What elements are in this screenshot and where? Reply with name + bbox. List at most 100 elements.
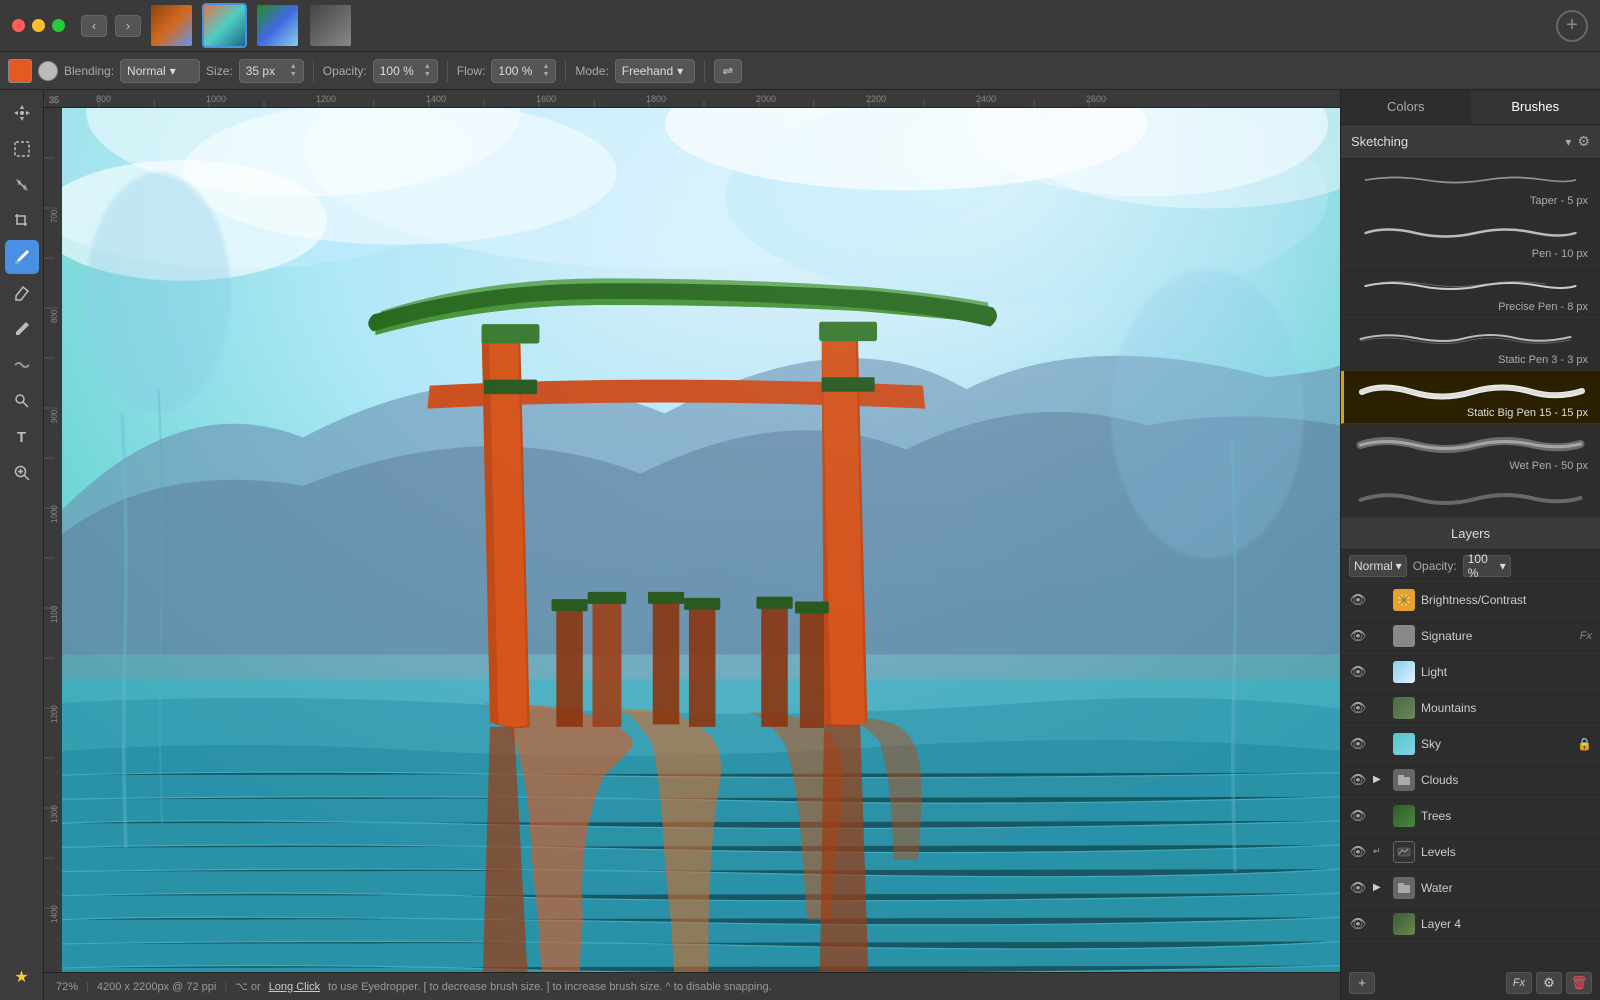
- symmetry-button[interactable]: ⇌: [714, 59, 742, 83]
- brush-stroke-preview-pen: [1353, 218, 1588, 248]
- layer-trees[interactable]: 👁 Trees: [1341, 798, 1600, 834]
- zoom-tool[interactable]: [5, 456, 39, 490]
- layers-opacity-input[interactable]: 100 % ▾: [1463, 555, 1511, 577]
- layer-clouds[interactable]: 👁 ▶ Clouds: [1341, 762, 1600, 798]
- layer-name-water: Water: [1421, 881, 1592, 895]
- move-tool[interactable]: [5, 96, 39, 130]
- layer-visibility-clouds[interactable]: 👁: [1349, 771, 1367, 789]
- clone-tool[interactable]: [5, 384, 39, 418]
- minimize-button[interactable]: [32, 19, 45, 32]
- layer-water[interactable]: 👁 ▶ Water: [1341, 870, 1600, 906]
- brush-name-static-big-pen: Static Big Pen 15 - 15 px: [1467, 407, 1588, 421]
- eraser-tool[interactable]: [5, 276, 39, 310]
- brush-item-unknown[interactable]: [1341, 477, 1600, 518]
- favorites-tool[interactable]: ★: [5, 960, 39, 994]
- brush-item-precise-pen[interactable]: Precise Pen - 8 px: [1341, 265, 1600, 318]
- brush-name-wet-pen: Wet Pen - 50 px: [1509, 460, 1588, 474]
- layer-arrow-clouds[interactable]: ▶: [1373, 774, 1387, 785]
- forward-button[interactable]: ›: [115, 15, 141, 37]
- size-input[interactable]: 35 px ▲▼: [239, 59, 304, 83]
- layer-icon-water: [1393, 877, 1415, 899]
- layer-visibility-sky[interactable]: 👁: [1349, 735, 1367, 753]
- brush-item-static-pen[interactable]: Static Pen 3 - 3 px: [1341, 318, 1600, 371]
- canvas-area: 35: [44, 90, 1340, 1000]
- mode-select[interactable]: Freehand ▾: [615, 59, 695, 83]
- layer-visibility-levels[interactable]: 👁: [1349, 843, 1367, 861]
- color-swatch[interactable]: [8, 59, 32, 83]
- document-thumbnail-4[interactable]: [308, 3, 353, 48]
- brush-stroke-preview-static-pen: [1353, 324, 1588, 354]
- svg-text:1200: 1200: [50, 705, 59, 723]
- layer-icon-brightness: [1393, 589, 1415, 611]
- fullscreen-button[interactable]: [52, 19, 65, 32]
- layer-mountains[interactable]: 👁 Mountains: [1341, 690, 1600, 726]
- select-rect-tool[interactable]: [5, 132, 39, 166]
- layer-visibility-trees[interactable]: 👁: [1349, 807, 1367, 825]
- layer-visibility-layer4[interactable]: 👁: [1349, 915, 1367, 933]
- panel-tabs: Colors Brushes: [1341, 90, 1600, 125]
- layer-4[interactable]: 👁 Layer 4: [1341, 906, 1600, 942]
- opacity-label: Opacity:: [323, 64, 367, 78]
- layer-visibility-mountains[interactable]: 👁: [1349, 699, 1367, 717]
- text-tool[interactable]: T: [5, 420, 39, 454]
- brush-item-taper[interactable]: Taper - 5 px: [1341, 159, 1600, 212]
- svg-text:2600: 2600: [1086, 94, 1106, 104]
- main-area: T ★ 35: [0, 90, 1600, 1000]
- tab-brushes[interactable]: Brushes: [1471, 90, 1600, 124]
- brush-category-arrow[interactable]: ▾: [1565, 135, 1571, 149]
- brush-settings-icon[interactable]: ⚙: [1577, 133, 1590, 150]
- brush-item-pen[interactable]: Pen - 10 px: [1341, 212, 1600, 265]
- brush-preview[interactable]: [38, 61, 58, 81]
- svg-text:1300: 1300: [50, 805, 59, 823]
- brush-stroke-preview-precise-pen: [1353, 271, 1588, 301]
- layer-visibility-brightness[interactable]: 👁: [1349, 591, 1367, 609]
- blending-select[interactable]: Normal ▾: [120, 59, 200, 83]
- svg-text:1000: 1000: [206, 94, 226, 104]
- layer-fx-button[interactable]: Fx: [1506, 972, 1532, 994]
- transform-tool[interactable]: [5, 168, 39, 202]
- size-label: Size:: [206, 64, 233, 78]
- brush-stroke-preview-wet-pen: [1353, 430, 1588, 460]
- brush-item-static-big-pen[interactable]: Static Big Pen 15 - 15 px: [1341, 371, 1600, 424]
- delete-layer-button[interactable]: 🗑: [1566, 972, 1592, 994]
- brush-category-label: Sketching: [1351, 134, 1559, 149]
- layer-settings-button[interactable]: ⚙: [1536, 972, 1562, 994]
- brush-item-wet-pen[interactable]: Wet Pen - 50 px: [1341, 424, 1600, 477]
- back-button[interactable]: ‹: [81, 15, 107, 37]
- layer-arrow-water[interactable]: ▶: [1373, 882, 1387, 893]
- layer-sky[interactable]: 👁 Sky 🔒: [1341, 726, 1600, 762]
- flow-input[interactable]: 100 % ▲▼: [491, 59, 556, 83]
- layer-icon-mountains: [1393, 697, 1415, 719]
- canvas-viewport[interactable]: [62, 108, 1340, 972]
- paint-brush-tool[interactable]: [5, 240, 39, 274]
- svg-text:2200: 2200: [866, 94, 886, 104]
- pencil-tool[interactable]: [5, 312, 39, 346]
- layer-brightness-contrast[interactable]: 👁 Brightness/Contrast: [1341, 582, 1600, 618]
- layer-levels[interactable]: 👁 ↵ Levels: [1341, 834, 1600, 870]
- layer-icon-sky: [1393, 733, 1415, 755]
- layers-blend-select[interactable]: Normal ▾: [1349, 555, 1407, 577]
- crop-tool[interactable]: [5, 204, 39, 238]
- layer-visibility-water[interactable]: 👁: [1349, 879, 1367, 897]
- layer-visibility-signature[interactable]: 👁: [1349, 627, 1367, 645]
- opacity-input[interactable]: 100 % ▲▼: [373, 59, 438, 83]
- document-thumbnail-2[interactable]: [202, 3, 247, 48]
- svg-text:1000: 1000: [50, 505, 59, 523]
- ruler-vertical-marks: 700 800 900 1000 1100 1200 1300 1400: [44, 108, 62, 972]
- svg-text:1400: 1400: [426, 94, 446, 104]
- tab-colors[interactable]: Colors: [1341, 90, 1471, 124]
- layer-signature[interactable]: 👁 Signature Fx: [1341, 618, 1600, 654]
- layer-visibility-light[interactable]: 👁: [1349, 663, 1367, 681]
- document-thumbnail-1[interactable]: [149, 3, 194, 48]
- layers-header: Layers: [1341, 518, 1600, 550]
- titlebar: ‹ › +: [0, 0, 1600, 52]
- layer-name-brightness: Brightness/Contrast: [1421, 593, 1592, 607]
- layer-light[interactable]: 👁 Light: [1341, 654, 1600, 690]
- smudge-tool[interactable]: [5, 348, 39, 382]
- add-document-button[interactable]: +: [1556, 10, 1588, 42]
- add-layer-button[interactable]: +: [1349, 972, 1375, 994]
- layer-name-mountains: Mountains: [1421, 701, 1592, 715]
- close-button[interactable]: [12, 19, 25, 32]
- document-thumbnail-3[interactable]: [255, 3, 300, 48]
- layer-fx-signature: Fx: [1580, 630, 1592, 642]
